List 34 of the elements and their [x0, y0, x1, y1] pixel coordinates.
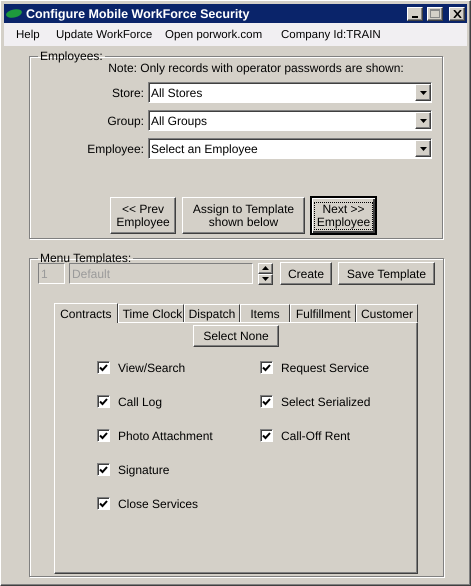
navigation-button[interactable]: Next >> Employee	[311, 197, 376, 234]
minimize-icon	[412, 16, 418, 18]
dropdown-field[interactable]: All Groups	[148, 110, 432, 131]
menu-item[interactable]: Open porwork.com	[165, 28, 281, 40]
app-logo-icon	[6, 9, 22, 18]
checkbox-label: View/Search	[118, 360, 186, 374]
checkbox-label: Signature	[118, 462, 170, 476]
menu-item[interactable]: Update WorkForce	[56, 28, 165, 40]
field-label: Employee:	[87, 142, 144, 156]
checkbox-label: Call Log	[118, 394, 162, 408]
note-text: Note: Only records with operator passwords are shown:	[108, 61, 404, 75]
minimize-button[interactable]	[407, 6, 423, 20]
dropdown-field[interactable]: Select an Employee	[148, 138, 432, 159]
group-legend: Employees:	[38, 49, 105, 63]
field-label: Store:	[112, 86, 144, 100]
dropdown-field[interactable]: All Stores	[148, 82, 432, 103]
window-title: Configure Mobile WorkForce Security	[26, 6, 250, 20]
menu-item[interactable]: Company Id:TRAIN	[281, 28, 411, 40]
checkbox-label: Photo Attachment	[118, 428, 213, 442]
group-legend: Menu Templates:	[38, 251, 134, 265]
close-button[interactable]	[449, 6, 465, 20]
checkbox-label: Request Service	[281, 360, 370, 374]
navigation-button[interactable]: Assign to Template shown below	[182, 197, 305, 234]
spin-down-icon[interactable]	[258, 274, 273, 284]
checkbox-label: Close Services	[118, 496, 198, 510]
maximize-icon	[430, 9, 440, 18]
checkbox-label: Call-Off Rent	[281, 428, 350, 442]
navigation-button[interactable]: << Prev Employee	[110, 197, 176, 234]
field-label: Group:	[107, 114, 144, 128]
checkbox-label: Select Serialized	[281, 394, 370, 408]
spin-up-icon[interactable]	[258, 262, 273, 274]
menu-item[interactable]: Help	[16, 28, 56, 40]
maximize-button[interactable]	[427, 6, 443, 20]
close-icon	[452, 10, 462, 18]
